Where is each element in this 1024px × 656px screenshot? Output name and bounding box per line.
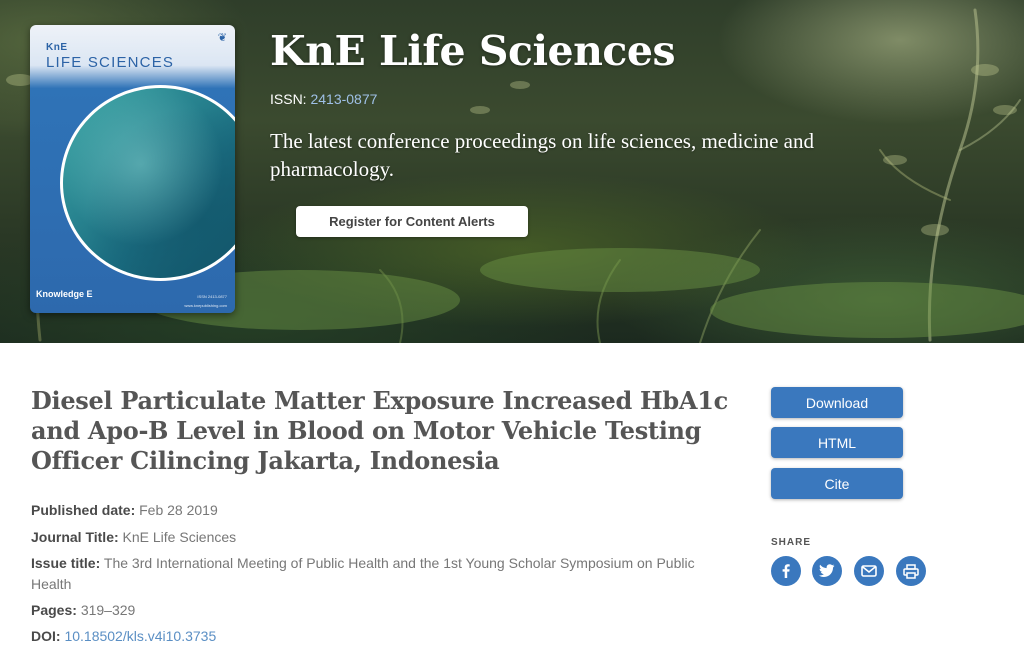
issn-link[interactable]: 2413-0877 (310, 91, 377, 107)
facebook-icon[interactable] (771, 556, 801, 586)
meta-value: 319–329 (80, 602, 136, 618)
email-icon[interactable] (854, 556, 884, 586)
meta-issue-title: Issue title: The 3rd International Meeti… (31, 553, 731, 595)
meta-value: The 3rd International Meeting of Public … (31, 555, 695, 592)
article-title: Diesel Particulate Matter Exposure Incre… (31, 386, 728, 475)
meta-journal-title: Journal Title: KnE Life Sciences (31, 527, 751, 548)
cover-url: www.knepublishing.com (184, 303, 227, 308)
register-content-alerts-button[interactable]: Register for Content Alerts (296, 206, 528, 237)
cover-leaf-icon: ❦ (217, 32, 227, 44)
meta-value: KnE Life Sciences (122, 529, 237, 545)
issn-label: ISSN: (270, 91, 307, 107)
meta-label: DOI: (31, 628, 61, 644)
meta-label: Issue title: (31, 555, 101, 571)
cover-issn: ISSN 2413-0877 (197, 294, 227, 299)
html-button[interactable]: HTML (771, 427, 903, 458)
print-icon[interactable] (896, 556, 926, 586)
meta-label: Published date: (31, 502, 136, 518)
journal-issn: ISSN: 2413-0877 (270, 91, 377, 107)
cover-publisher: Knowledge E (36, 289, 93, 299)
meta-published-date: Published date: Feb 28 2019 (31, 500, 751, 521)
doi-link[interactable]: 10.18502/kls.v4i10.3735 (64, 628, 216, 644)
meta-doi: DOI: 10.18502/kls.v4i10.3735 (31, 626, 751, 647)
meta-label: Journal Title: (31, 529, 119, 545)
cover-artwork (60, 85, 235, 281)
meta-pages: Pages: 319–329 (31, 600, 751, 621)
twitter-icon[interactable] (812, 556, 842, 586)
journal-hero-banner: KnE LIFE SCIENCES ❦ Knowledge E ISSN 241… (0, 0, 1024, 343)
cover-brand-kne: KnE (46, 42, 68, 53)
cover-brand-title: LIFE SCIENCES (46, 54, 175, 71)
share-label: SHARE (771, 537, 812, 548)
journal-cover-image[interactable]: KnE LIFE SCIENCES ❦ Knowledge E ISSN 241… (30, 25, 235, 313)
meta-label: Pages: (31, 602, 77, 618)
meta-value: Feb 28 2019 (139, 502, 218, 518)
cite-button[interactable]: Cite (771, 468, 903, 499)
journal-tagline: The latest conference proceedings on lif… (270, 129, 815, 181)
journal-title: KnE Life Sciences (270, 27, 676, 75)
download-button[interactable]: Download (771, 387, 903, 418)
